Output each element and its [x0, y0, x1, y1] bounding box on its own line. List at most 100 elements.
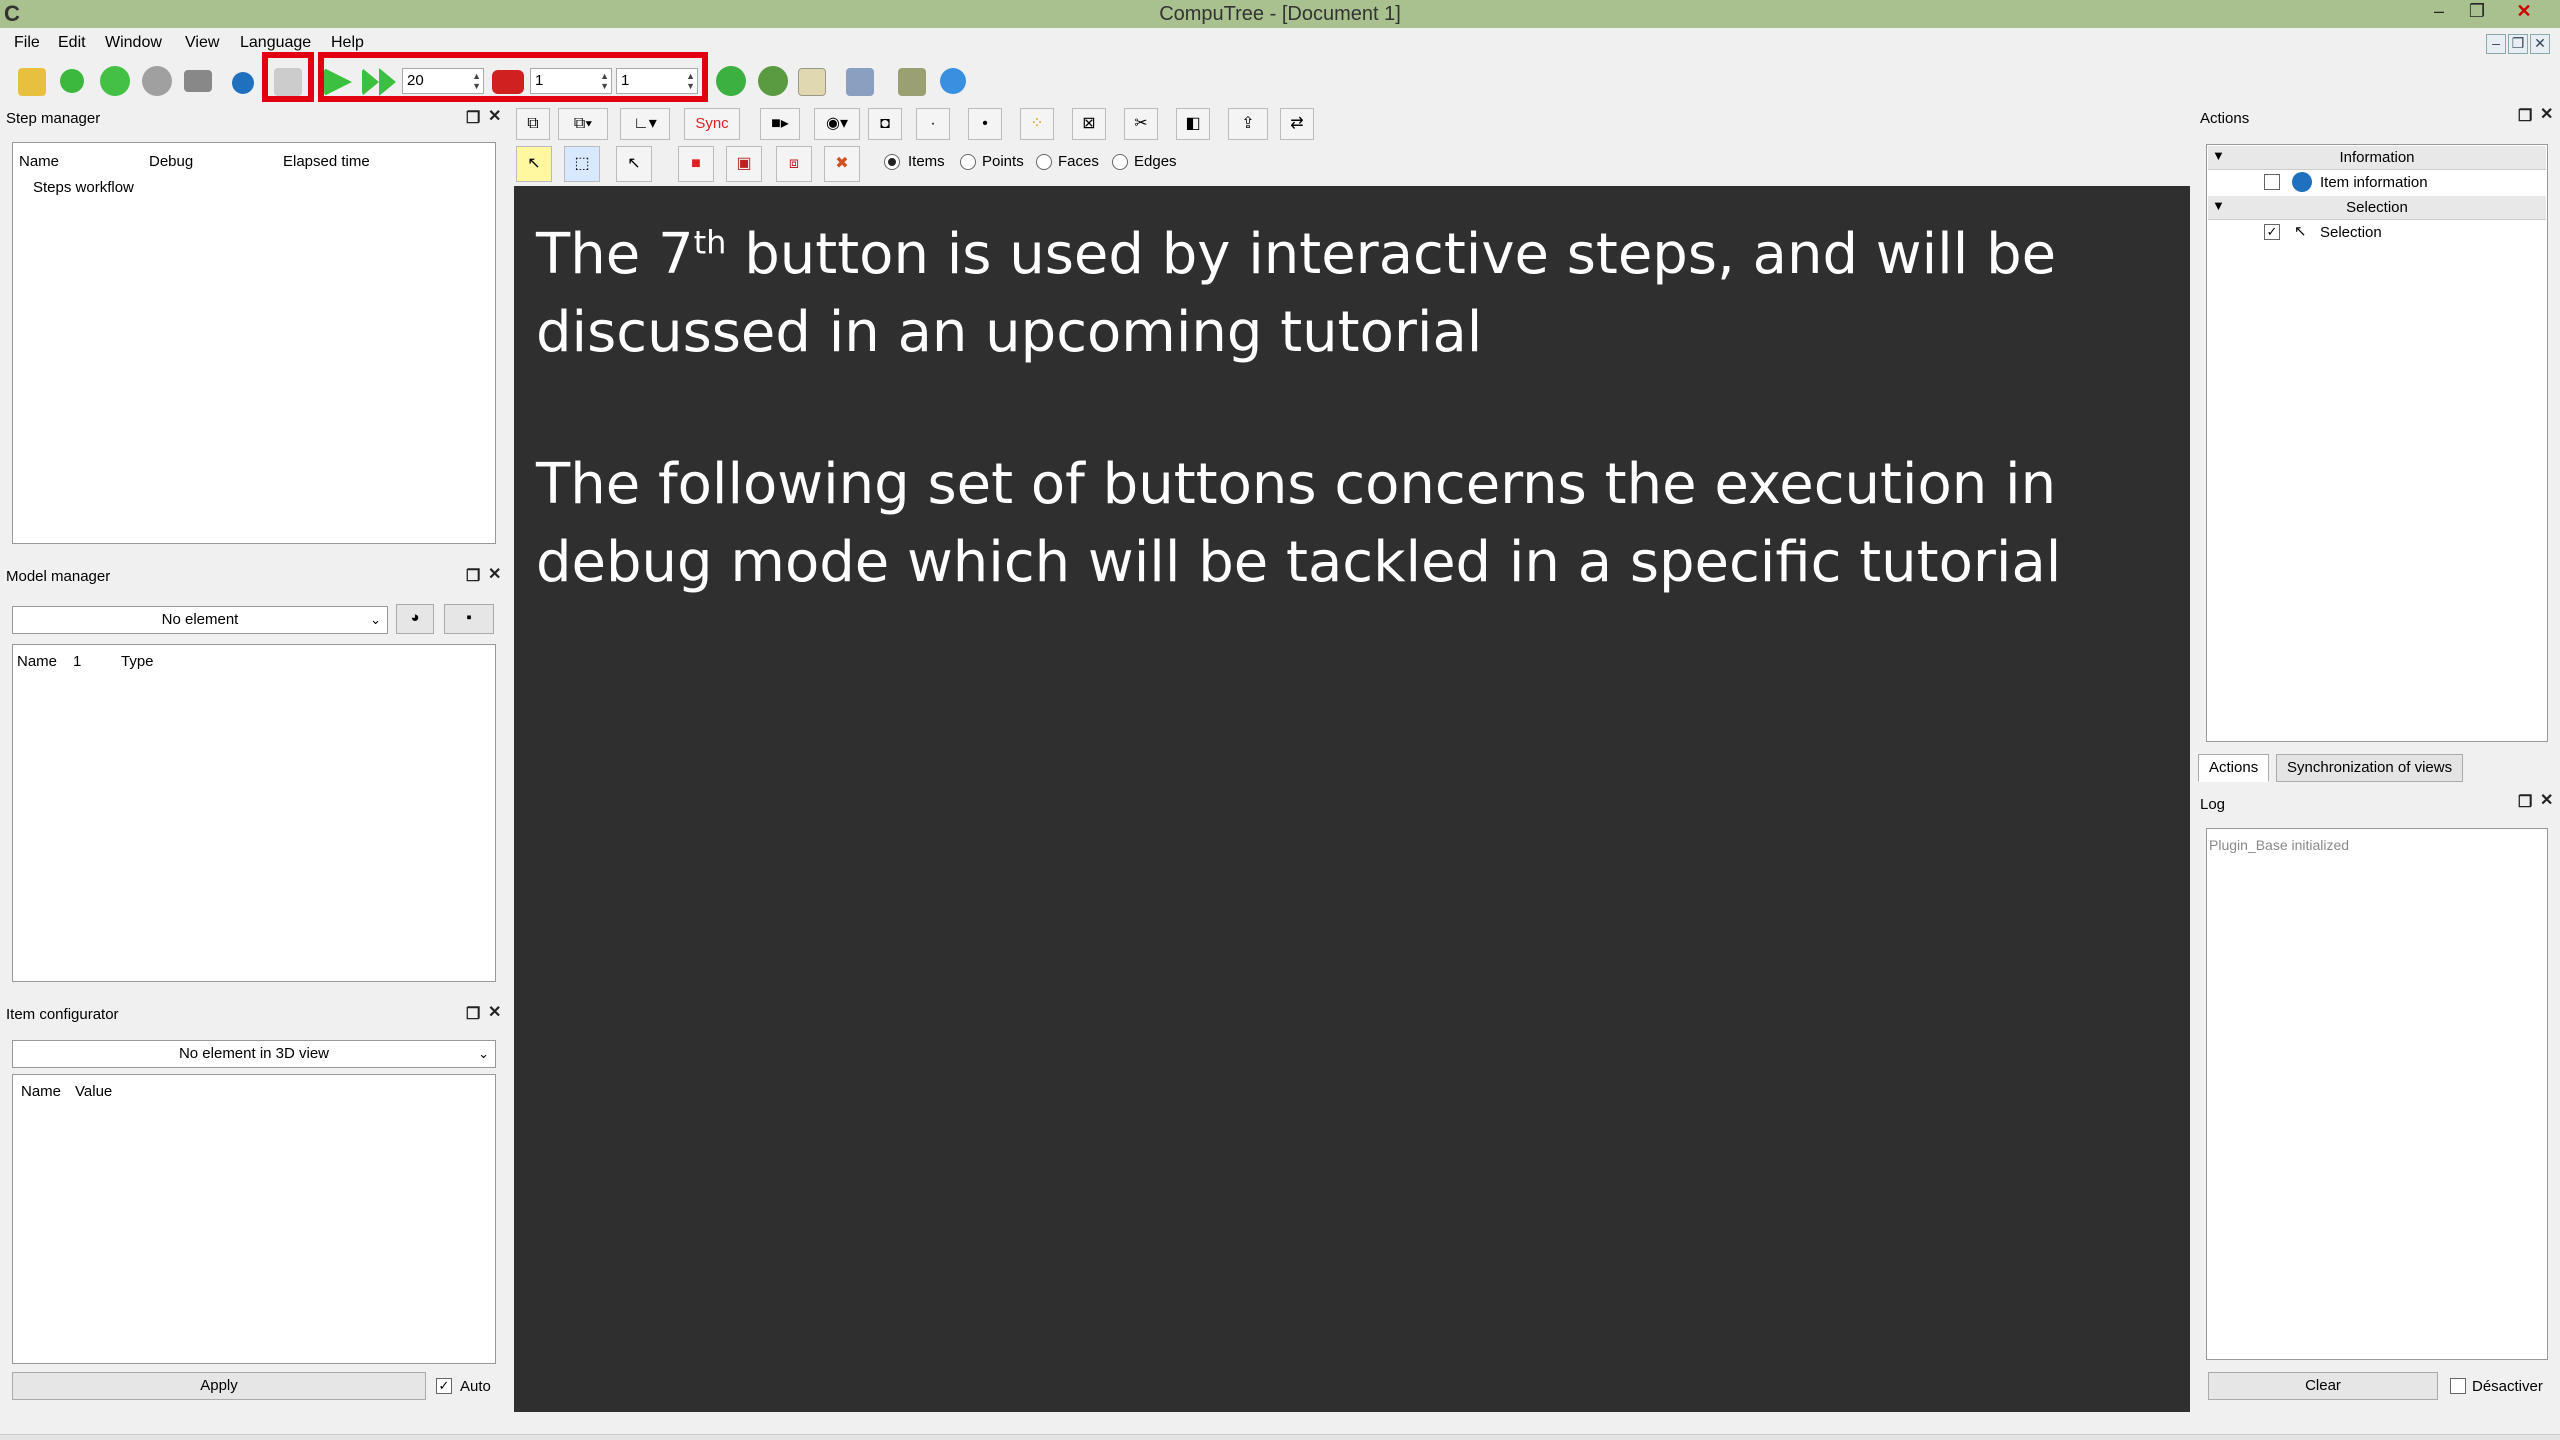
step-tree[interactable]: Name Debug Elapsed time Steps workflow — [12, 142, 496, 544]
save-icon[interactable] — [184, 70, 212, 92]
close-panel-icon[interactable]: ✕ — [488, 106, 501, 126]
auto-label: Auto — [460, 1378, 491, 1395]
log-panel-title: Log — [2200, 796, 2226, 813]
selection-label: Selection — [2320, 224, 2382, 241]
eye-icon[interactable]: ◉▾ — [814, 108, 860, 140]
column-elapsed-time: Elapsed time — [283, 153, 370, 170]
camera-icon[interactable]: ◘ — [868, 108, 902, 140]
sync-button[interactable]: Sync — [684, 108, 740, 140]
add-step-icon[interactable] — [60, 69, 84, 93]
step-manager-title: Step manager — [6, 110, 101, 127]
radio-items[interactable] — [884, 154, 900, 170]
axis-icon[interactable]: ∟▾ — [620, 108, 670, 140]
model-tree[interactable]: Name 1 Type — [12, 644, 496, 982]
view-cube-icon[interactable]: ⧉ — [516, 108, 550, 140]
run-icon[interactable] — [100, 66, 130, 96]
view-perspective-icon[interactable]: ⧉▾ — [558, 108, 608, 140]
column-name: Name — [17, 653, 58, 670]
grid-points-icon[interactable]: ⁘ — [1020, 108, 1054, 140]
mdi-minimize-icon[interactable]: – — [2486, 34, 2506, 54]
menu-file[interactable]: File — [14, 34, 40, 52]
color-picker-button[interactable]: ◕ — [396, 604, 434, 634]
section-selection[interactable]: Selection — [2208, 196, 2546, 220]
column-debug: Debug — [149, 153, 194, 170]
main-toolbar: 20 ▲ ▼ 1 ▲ ▼ 1 ▲ ▼ — [0, 52, 2560, 106]
settings-tools-icon[interactable] — [846, 68, 874, 96]
item-combo[interactable]: No element in 3D view ⌄ — [12, 1040, 496, 1068]
swap-icon[interactable]: ⇄ — [1280, 108, 1314, 140]
help-icon[interactable] — [940, 68, 966, 94]
menu-help[interactable]: Help — [331, 34, 364, 52]
select-pointer-icon[interactable]: ↖ — [616, 146, 652, 182]
export-icon[interactable]: ⇪ — [1228, 108, 1268, 140]
new-document-icon[interactable] — [18, 68, 46, 96]
select-rectangle-icon[interactable]: ⬚ — [564, 146, 600, 182]
apply-button[interactable]: Apply — [12, 1372, 426, 1400]
script-icon[interactable] — [798, 68, 826, 96]
close-panel-icon[interactable]: ✕ — [488, 1002, 501, 1022]
tutorial-caption-2: The following set of buttons concerns th… — [536, 452, 2062, 595]
camera-video-icon[interactable]: ■▸ — [760, 108, 800, 140]
select-add-icon[interactable]: ■ — [678, 146, 714, 182]
close-panel-icon[interactable]: ✕ — [488, 564, 501, 584]
item-properties-table[interactable]: Name Value — [12, 1074, 496, 1364]
tab-synchronization-of-views[interactable]: Synchronization of views — [2276, 754, 2464, 782]
tools-icon[interactable]: ✂ — [1124, 108, 1158, 140]
section-information[interactable]: Information — [2208, 146, 2546, 170]
menu-window[interactable]: Window — [105, 34, 162, 52]
window-title: CompuTree - [Document 1] — [1159, 3, 1401, 25]
radio-items-label: Items — [908, 153, 945, 170]
float-panel-icon[interactable]: ❐ — [2518, 792, 2532, 812]
radio-faces[interactable] — [1036, 154, 1052, 170]
radio-points[interactable] — [960, 154, 976, 170]
plugin-icon[interactable] — [716, 66, 746, 96]
model-combo-value: No element — [161, 611, 239, 628]
close-panel-icon[interactable]: ✕ — [2540, 104, 2553, 124]
radio-edges[interactable] — [1112, 154, 1128, 170]
item-information-label: Item information — [2320, 174, 2428, 191]
close-panel-icon[interactable]: ✕ — [2540, 790, 2553, 810]
stop-icon[interactable] — [142, 66, 172, 96]
delete-selection-icon[interactable]: ✖ — [824, 146, 860, 182]
contrast-icon[interactable]: ◧ — [1176, 108, 1210, 140]
select-cursor-icon[interactable]: ↖ — [516, 146, 552, 182]
radio-faces-label: Faces — [1058, 153, 1099, 170]
model-combo[interactable]: No element ⌄ — [12, 606, 388, 634]
item-information-checkbox[interactable] — [2264, 174, 2280, 190]
menu-language[interactable]: Language — [240, 34, 311, 52]
float-panel-icon[interactable]: ❐ — [466, 108, 480, 128]
cursor-icon: ↖ — [2294, 223, 2307, 240]
plugin-manager-icon[interactable] — [758, 66, 788, 96]
item-combo-value: No element in 3D view — [178, 1045, 330, 1062]
tree-item-steps-workflow[interactable]: Steps workflow — [33, 179, 134, 196]
3d-viewport[interactable]: The 7th button is used by interactive st… — [514, 186, 2190, 1412]
select-subtract-icon[interactable]: ⧈ — [776, 146, 812, 182]
chevron-down-icon: ⌄ — [478, 1046, 489, 1061]
float-panel-icon[interactable]: ❐ — [2518, 106, 2532, 126]
mdi-close-icon[interactable]: ✕ — [2530, 34, 2550, 54]
close-button[interactable]: ✕ — [2494, 0, 2554, 24]
menu-view[interactable]: View — [185, 34, 219, 52]
disable-checkbox[interactable] — [2450, 1378, 2466, 1394]
menu-edit[interactable]: Edit — [58, 34, 86, 52]
minimize-button[interactable]: – — [2420, 0, 2458, 24]
highlight-box-debug — [318, 52, 708, 102]
info-icon[interactable] — [232, 72, 254, 94]
log-output[interactable]: Plugin_Base initialized — [2206, 828, 2548, 1360]
fit-view-icon[interactable]: ⊠ — [1072, 108, 1106, 140]
float-panel-icon[interactable]: ❐ — [466, 1004, 480, 1024]
clear-log-button[interactable]: Clear — [2208, 1372, 2438, 1400]
select-multiple-icon[interactable]: ▣ — [726, 146, 762, 182]
tab-actions[interactable]: Actions — [2198, 754, 2270, 782]
restore-button[interactable]: ❐ — [2458, 0, 2496, 24]
auto-checkbox[interactable]: ✓ — [436, 1378, 452, 1394]
point-size-large-icon[interactable]: • — [968, 108, 1002, 140]
edit-tools-icon[interactable] — [898, 68, 926, 96]
point-size-small-icon[interactable]: · — [916, 108, 950, 140]
collapse-arrow-icon[interactable]: ▼ — [2212, 148, 2225, 163]
selection-checkbox[interactable]: ✓ — [2264, 224, 2280, 240]
collapse-arrow-icon[interactable]: ▼ — [2212, 198, 2225, 213]
float-panel-icon[interactable]: ❐ — [466, 566, 480, 586]
model-options-button[interactable]: ▪ — [444, 604, 494, 634]
mdi-restore-icon[interactable]: ❐ — [2508, 34, 2528, 54]
